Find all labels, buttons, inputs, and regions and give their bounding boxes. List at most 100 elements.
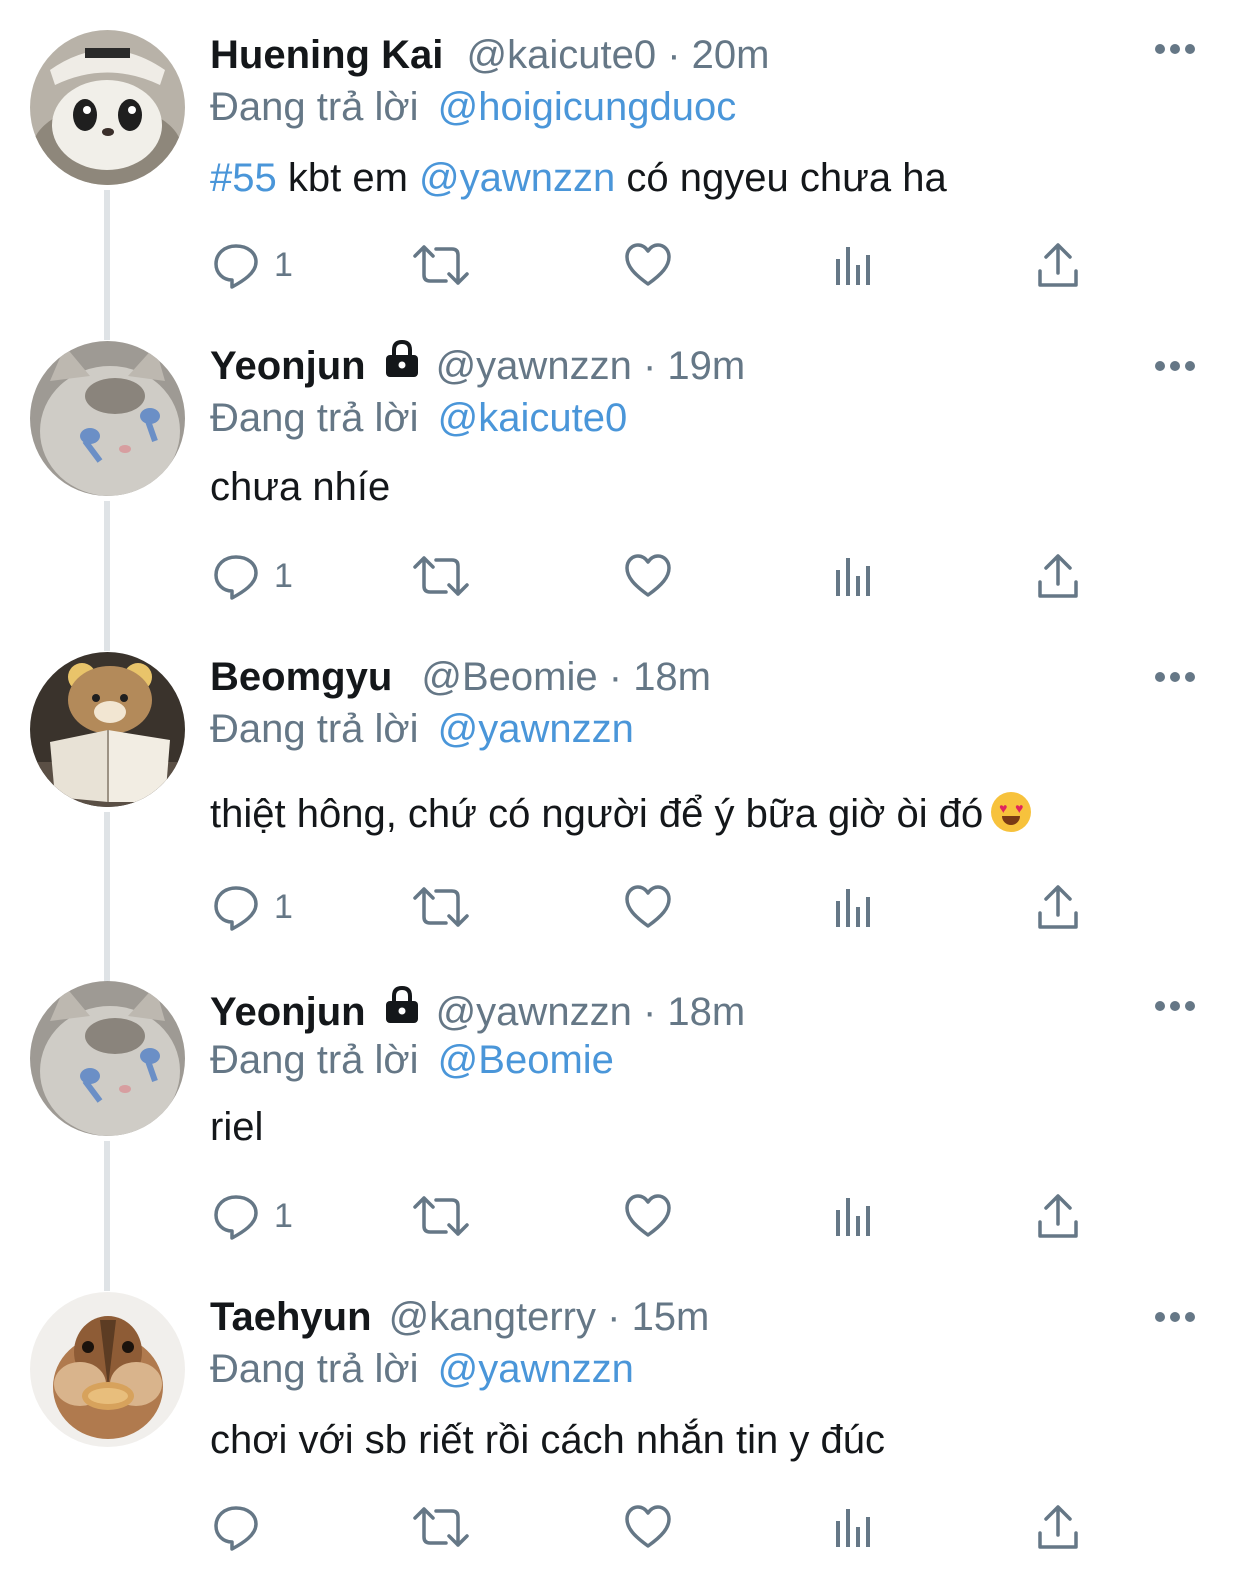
tweet-text: riel [210,1105,264,1149]
replying-to-mention[interactable]: @yawnzzn [438,1347,634,1391]
replying-to-mention[interactable]: @hoigicungduoc [438,85,737,129]
reply-button[interactable]: 1 [212,240,293,290]
avatar[interactable] [30,1292,185,1447]
avatar[interactable] [30,341,185,496]
username[interactable]: @kaicute0 [466,33,656,77]
username[interactable]: @yawnzzn [436,990,632,1034]
heart-icon [625,885,671,928]
timestamp[interactable]: 20m [692,33,770,77]
like-button[interactable] [624,1502,672,1552]
mention-link[interactable]: @yawnzzn [419,156,615,200]
analytics-icon [836,1198,870,1236]
thread-line [104,501,110,651]
more-options-icon[interactable] [1155,1001,1195,1013]
hashtag-link[interactable]: #55 [210,156,277,200]
more-options-icon[interactable] [1155,672,1195,684]
chipmunk-avatar-image [30,1292,185,1447]
more-options-icon[interactable] [1155,44,1195,56]
share-icon [1038,554,1078,598]
reply-icon [214,1506,258,1551]
share-button[interactable] [1036,240,1080,290]
username[interactable]: @Beomie [421,655,597,699]
retweet-button[interactable] [412,1191,470,1241]
views-button[interactable] [832,882,876,932]
reply-button[interactable]: 1 [212,551,293,601]
replying-to-label: Đang trả lời [210,396,419,440]
separator-dot: · [642,990,657,1034]
timestamp[interactable]: 15m [632,1295,710,1339]
crying-kitten-avatar-image [30,981,185,1136]
more-options-icon[interactable] [1155,361,1195,373]
replying-to-label: Đang trả lời [210,707,419,751]
replying-to-mention[interactable]: @kaicute0 [438,396,628,440]
reply-count: 1 [274,1196,293,1235]
action-bar: 1 [212,1191,1112,1241]
tweet-header: Beomgyu @Beomie · 18m [210,652,711,702]
display-name[interactable]: Yeonjun [210,344,366,388]
share-icon [1038,243,1078,287]
share-button[interactable] [1036,1502,1080,1552]
reply-icon [214,1195,258,1240]
retweet-button[interactable] [412,551,470,601]
lock-icon [382,338,422,390]
crying-kitten-avatar-image [30,341,185,496]
replying-to-label: Đang trả lời [210,1347,419,1391]
share-button[interactable] [1036,882,1080,932]
penguin-plush-avatar-image [30,30,185,185]
heart-icon [625,1505,671,1548]
share-button[interactable] [1036,551,1080,601]
replying-to-mention[interactable]: @Beomie [438,1038,614,1082]
avatar[interactable] [30,30,185,185]
display-name[interactable]: Taehyun [210,1295,372,1339]
avatar[interactable] [30,981,185,1136]
heart-icon [625,243,671,286]
username[interactable]: @kangterry [389,1295,596,1339]
retweet-icon [413,556,469,596]
share-button[interactable] [1036,1191,1080,1241]
replying-to: Đang trả lời @kaicute0 [210,393,627,443]
heart-eyes-emoji-icon: ♥ ♥ [991,792,1032,833]
timestamp[interactable]: 18m [667,990,745,1034]
tweet-text: chơi với sb riết rồi cách nhắn tin y đúc [210,1418,885,1462]
timestamp[interactable]: 19m [667,344,745,388]
heart-icon [625,1194,671,1237]
thread-line [104,1141,110,1291]
replying-to-label: Đang trả lời [210,85,419,129]
username[interactable]: @yawnzzn [436,344,632,388]
action-bar: 1 [212,551,1112,601]
reply-button[interactable]: 1 [212,1191,293,1241]
reply-icon [214,244,258,289]
views-button[interactable] [832,240,876,290]
analytics-icon [836,558,870,596]
like-button[interactable] [624,1191,672,1241]
heart-icon [625,554,671,597]
separator-dot: · [607,1295,621,1339]
tweet-header: Yeonjun @yawnzzn · 19m [210,338,745,391]
like-button[interactable] [624,551,672,601]
timestamp[interactable]: 18m [633,655,711,699]
retweet-button[interactable] [412,1502,470,1552]
like-button[interactable] [624,240,672,290]
more-options-icon[interactable] [1155,1312,1195,1324]
retweet-button[interactable] [412,240,470,290]
reply-count: 1 [274,245,293,284]
replying-to-mention[interactable]: @yawnzzn [438,707,634,751]
reply-icon [214,886,258,931]
views-button[interactable] [832,1502,876,1552]
retweet-button[interactable] [412,882,470,932]
views-button[interactable] [832,551,876,601]
avatar[interactable] [30,652,185,807]
reply-icon [214,555,258,600]
display-name[interactable]: Huening Kai [210,33,443,77]
retweet-icon [413,1196,469,1236]
reply-button[interactable] [212,1502,274,1552]
tweet-text-part: có ngyeu chưa ha [615,156,947,200]
tweet-text: thiệt hông, chứ có người để ý bữa giờ òi… [210,788,1032,840]
tweet-header: Taehyun @kangterry · 15m [210,1292,709,1342]
display-name[interactable]: Beomgyu [210,655,392,699]
display-name[interactable]: Yeonjun [210,990,366,1034]
reply-button[interactable]: 1 [212,882,293,932]
separator-dot: · [608,655,623,699]
like-button[interactable] [624,882,672,932]
views-button[interactable] [832,1191,876,1241]
